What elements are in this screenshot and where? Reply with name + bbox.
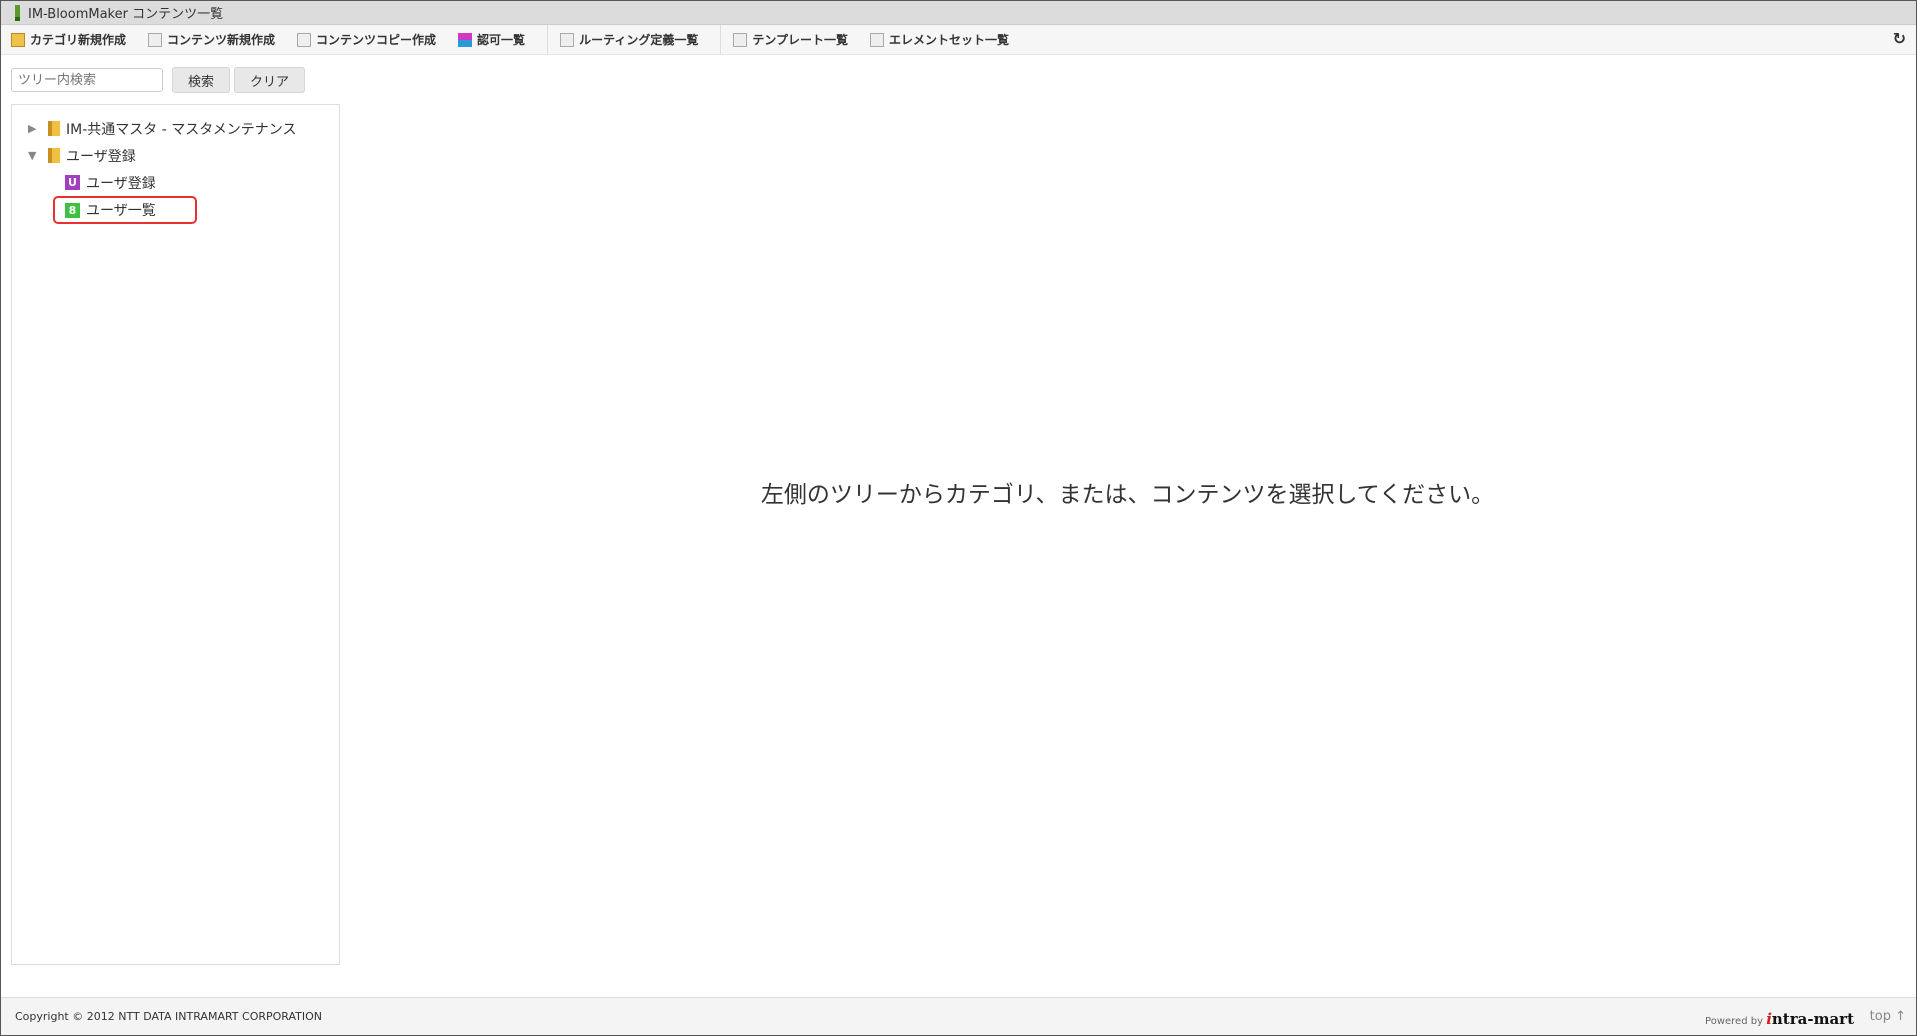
label: テンプレート一覧 xyxy=(752,33,848,47)
label: 認可一覧 xyxy=(477,33,526,47)
search-button[interactable]: 検索 xyxy=(172,67,231,93)
app-logo-icon xyxy=(15,4,20,21)
authorization-icon xyxy=(458,32,473,47)
empty-selection-message: 左側のツリーからカテゴリ、または、コンテンツを選択してください。 xyxy=(760,482,1495,508)
label: コンテンツコピー作成 xyxy=(316,33,437,47)
tree-node-user-category[interactable]: ▼ ユーザ登録 xyxy=(12,142,339,169)
tree-search-input[interactable] xyxy=(11,68,163,92)
title-bar: IM-BloomMaker コンテンツ一覧 xyxy=(1,1,1916,25)
tree-node-user-register[interactable]: U ユーザ登録 xyxy=(12,169,339,196)
content-8-icon: 8 xyxy=(65,202,80,218)
content-tree: ▶ IM-共通マスタ - マスタメンテナンス ▼ ユーザ登録 U ユーザ登録 8… xyxy=(11,104,340,965)
content-copy-button[interactable]: コンテンツコピー作成 xyxy=(297,31,436,48)
toolbar: カテゴリ新規作成 コンテンツ新規作成 コンテンツコピー作成 認可一覧 ルーティン… xyxy=(1,24,1916,55)
tree-node-label: ユーザ登録 xyxy=(86,175,156,192)
tree-node-label: IM-共通マスタ - マスタメンテナンス xyxy=(66,121,297,138)
intra-mart-logo: intra-mart xyxy=(1766,1010,1854,1028)
powered-label: Powered by xyxy=(1705,1016,1763,1027)
tree-search: 検索 クリア xyxy=(11,67,306,93)
folder-icon xyxy=(48,121,60,136)
refresh-icon[interactable]: ↻ xyxy=(1893,29,1906,48)
content-new-icon xyxy=(148,32,163,47)
folder-icon xyxy=(48,148,60,163)
category-new-icon xyxy=(11,32,25,47)
authorization-list-button[interactable]: 認可一覧 xyxy=(458,31,525,48)
collapse-icon[interactable]: ▼ xyxy=(28,149,40,162)
label: コンテンツ新規作成 xyxy=(167,33,276,47)
elementset-list-button[interactable]: エレメントセット一覧 xyxy=(870,31,1009,48)
list-icon xyxy=(560,32,575,47)
list-icon xyxy=(870,32,884,47)
top-link[interactable]: top ↑ xyxy=(1870,1009,1906,1024)
window-title: IM-BloomMaker コンテンツ一覧 xyxy=(28,7,224,22)
tree-node-label: ユーザ一覧 xyxy=(86,203,156,219)
footer: Copyright © 2012 NTT DATA INTRAMART CORP… xyxy=(1,997,1916,1035)
category-new-button[interactable]: カテゴリ新規作成 xyxy=(11,31,126,48)
expand-icon[interactable]: ▶ xyxy=(28,122,40,135)
routing-list-button[interactable]: ルーティング定義一覧 xyxy=(560,31,698,48)
tree-node-master[interactable]: ▶ IM-共通マスタ - マスタメンテナンス xyxy=(12,115,339,142)
template-list-button[interactable]: テンプレート一覧 xyxy=(733,31,848,48)
content-new-button[interactable]: コンテンツ新規作成 xyxy=(148,31,275,48)
tree-node-label: ユーザ登録 xyxy=(66,148,136,165)
powered-by: Powered by intra-mart xyxy=(1705,1010,1854,1028)
clear-button[interactable]: クリア xyxy=(234,67,306,93)
content-copy-icon xyxy=(297,32,312,47)
divider xyxy=(547,24,549,55)
list-icon xyxy=(733,32,748,47)
divider xyxy=(720,24,722,55)
tree-node-user-list[interactable]: 8 ユーザ一覧 xyxy=(53,196,197,224)
copyright: Copyright © 2012 NTT DATA INTRAMART CORP… xyxy=(15,1010,323,1023)
label: ルーティング定義一覧 xyxy=(579,33,699,47)
label: カテゴリ新規作成 xyxy=(30,33,127,47)
label: エレメントセット一覧 xyxy=(889,33,1010,47)
content-u-icon: U xyxy=(65,175,80,190)
